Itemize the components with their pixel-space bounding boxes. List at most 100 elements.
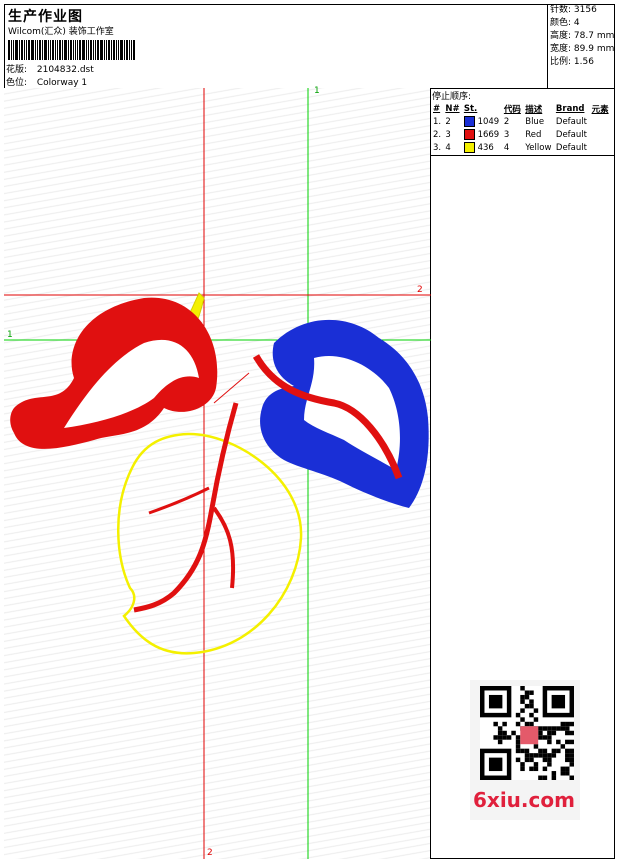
- stat-width-value: 89.9 mm: [573, 44, 615, 54]
- barcode-bar: [129, 40, 130, 60]
- qr-module: [488, 694, 503, 709]
- qr-module: [520, 699, 525, 704]
- row-code: 3: [503, 129, 510, 140]
- colorway-row: 色位: Colorway 1: [6, 75, 87, 88]
- qr-module: [565, 730, 570, 736]
- design-value: 2104832.dst: [36, 65, 94, 75]
- qr-module: [569, 753, 574, 758]
- stop-sequence-title: 停止顺序:: [432, 92, 472, 102]
- qr-module: [565, 771, 570, 776]
- guide-label-v1: 1: [314, 86, 320, 96]
- qr-module: [488, 757, 503, 772]
- row-st-value: 436: [477, 143, 494, 153]
- barcode-bar: [39, 40, 41, 60]
- barcode-bar: [70, 40, 72, 60]
- red-vein-left: [148, 486, 210, 515]
- qr-module: [497, 735, 503, 740]
- barcode-bar: [116, 40, 117, 60]
- barcode-bar: [75, 40, 76, 60]
- barcode-bar: [133, 40, 135, 60]
- col-header-n: N#: [445, 104, 460, 114]
- qr-module: [515, 744, 521, 749]
- qr-module: [524, 690, 530, 695]
- barcode-bar: [59, 40, 61, 60]
- guide-label-h1: 1: [7, 330, 13, 340]
- qr-module: [524, 703, 530, 709]
- qr-module: [538, 730, 543, 736]
- barcode-bar: [79, 40, 81, 60]
- qr-module: [515, 721, 521, 727]
- row-st: 436: [462, 141, 502, 154]
- row-st-value: 1669: [477, 130, 500, 140]
- barcode: [8, 40, 143, 60]
- qr-module: [547, 739, 552, 745]
- barcode-bar: [111, 40, 112, 60]
- qr-module: [515, 735, 521, 740]
- stop-sequence-table: # N# St. 代码 描述 Brand 元素 1. 2 1049 2 Blue Def…: [431, 103, 611, 154]
- qr-module: [524, 757, 530, 763]
- barcode-bar: [120, 40, 123, 60]
- row-n: 2: [445, 116, 451, 127]
- color-swatch: [463, 116, 475, 127]
- table-row: 3. 4 436 4 Yellow Default: [431, 141, 611, 154]
- barcode-bar: [93, 40, 94, 60]
- design-canvas[interactable]: 1 1 2 2: [4, 86, 431, 859]
- qr-module: [493, 721, 498, 727]
- qr-module: [529, 690, 534, 695]
- col-header-desc: 描述: [525, 105, 543, 115]
- barcode-bar: [126, 40, 128, 60]
- qr-module: [533, 744, 539, 749]
- qr-module: [565, 753, 570, 758]
- qr-module: [560, 726, 566, 731]
- row-n: 4: [445, 142, 451, 153]
- barcode-bar: [57, 40, 58, 60]
- stat-scale-label: 比例:: [550, 57, 572, 67]
- barcode-bar: [37, 40, 38, 60]
- qr-module: [551, 771, 557, 776]
- qr-module: [520, 708, 525, 713]
- stat-colors: 颜色: 4: [548, 17, 615, 30]
- qr-module: [502, 735, 507, 740]
- barcode-bar: [68, 40, 69, 60]
- row-element: [590, 115, 611, 128]
- barcode-bar: [55, 40, 56, 60]
- qr-module: [542, 735, 548, 740]
- qr-module: [520, 694, 525, 700]
- stat-scale: 比例: 1.56: [548, 56, 615, 69]
- barcode-bar: [15, 40, 18, 60]
- qr-module: [542, 753, 548, 758]
- qr-code-icon: [480, 686, 574, 780]
- qr-module: [547, 762, 552, 767]
- row-brand: Default: [555, 142, 587, 153]
- qr-module: [556, 748, 561, 754]
- embroidery-preview: [4, 88, 431, 859]
- barcode-bar: [13, 40, 14, 60]
- qr-module: [542, 726, 548, 731]
- barcode-bar: [11, 40, 12, 60]
- qr-module: [542, 766, 548, 772]
- qr-module: [556, 739, 561, 745]
- qr-module: [547, 753, 552, 758]
- qr-module: [551, 694, 566, 709]
- barcode-bar: [82, 40, 85, 60]
- qr-module: [569, 775, 574, 780]
- qr-module: [529, 766, 534, 772]
- stat-height-value: 78.7 mm: [573, 31, 615, 41]
- panel-divider: [430, 155, 615, 156]
- barcode-bar: [31, 40, 34, 60]
- col-header-st: St.: [463, 104, 478, 114]
- barcode-bar: [124, 40, 125, 60]
- row-index: 3.: [433, 142, 442, 153]
- qr-module: [565, 726, 570, 731]
- stats-panel: 针数: 3156 颜色: 4 高度: 78.7 mm 宽度: 89.9 mm 比…: [547, 4, 615, 89]
- qr-module: [529, 757, 534, 763]
- design-row: 花版: 2104832.dst: [6, 62, 94, 75]
- qr-module: [520, 726, 539, 745]
- barcode-bar: [19, 40, 20, 60]
- col-header-index: #: [433, 104, 441, 114]
- row-desc: Red: [525, 129, 542, 140]
- barcode-bar: [104, 40, 105, 60]
- row-desc: Yellow: [525, 142, 552, 153]
- table-header-row: # N# St. 代码 描述 Brand 元素: [431, 103, 611, 115]
- row-brand: Default: [555, 116, 587, 127]
